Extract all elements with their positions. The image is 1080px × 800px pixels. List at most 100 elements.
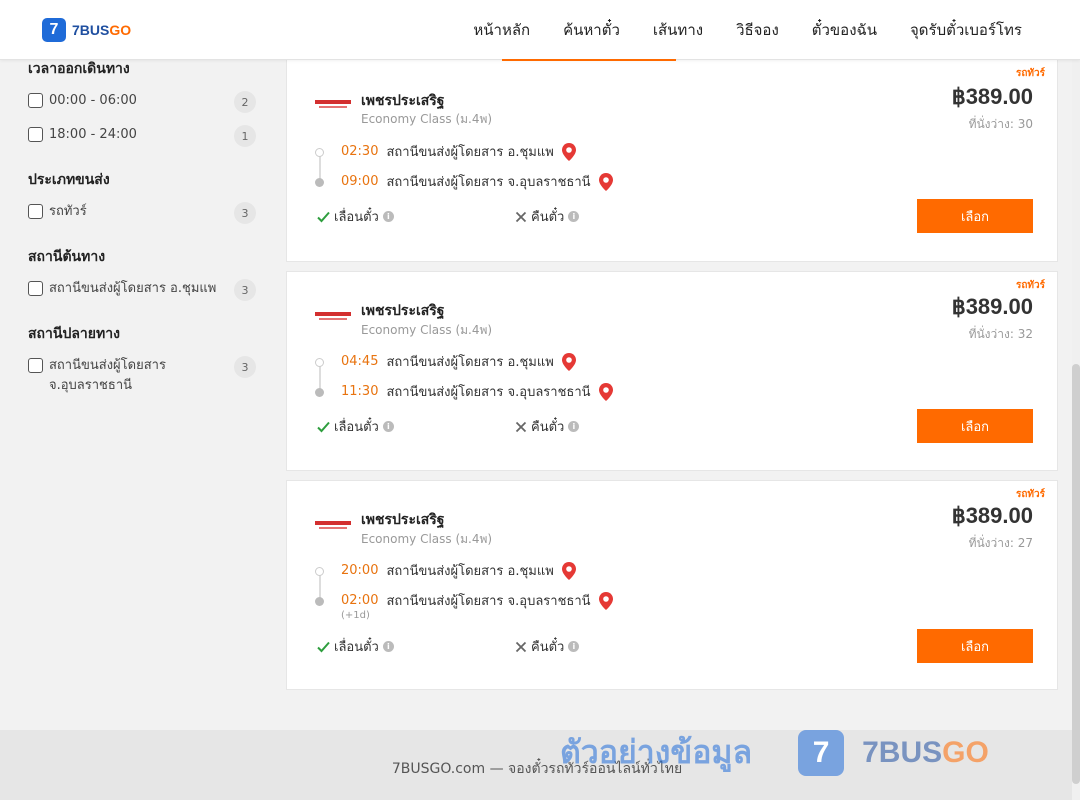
filter-title: เวลาออกเดินทาง — [28, 61, 130, 77]
arrival-time: 02:00 — [341, 593, 379, 608]
watermark-logo-badge: 7 — [798, 729, 845, 776]
active-tab-indicator — [502, 59, 676, 61]
transport-type-tag: รถทัวร์ — [1015, 280, 1045, 291]
trip-card: รถทัวร์ เพชรประเสริฐ Economy Class (ม.4พ… — [286, 480, 1058, 690]
arrival-stop: 11:30 สถานีขนส่งผู้โดยสาร จ.อุบลราชธานี — [341, 381, 613, 402]
refund-policy: คืนตั๋ว i — [515, 206, 580, 227]
nav-routes[interactable]: เส้นทาง — [653, 18, 703, 42]
logo-badge: 7 — [42, 18, 66, 42]
filter-label: สถานีขนส่งผู้โดยสาร อ.ชุมแพ — [49, 281, 217, 296]
filter-count: 3 — [234, 202, 256, 224]
arrival-station: สถานีขนส่งผู้โดยสาร จ.อุบลราชธานี — [386, 594, 591, 609]
bus-class: Economy Class (ม.4พ) — [361, 112, 493, 126]
nav-how-to-book[interactable]: วิธีจอง — [736, 18, 779, 42]
departure-time: 20:00 — [341, 563, 379, 578]
sample-watermark: ตัวอย่างข้อมูล 7 7BUSGO — [560, 727, 989, 778]
filter-option[interactable]: สถานีขนส่งผู้โดยสาร จ.อุบลราชธานี 3 — [28, 356, 256, 396]
next-day-badge: (+1d) — [341, 610, 370, 621]
map-pin-icon[interactable] — [561, 561, 576, 580]
trip-price: ฿389.00 — [951, 503, 1033, 528]
filter-option-main: รถทัวร์ — [28, 202, 87, 222]
select-trip-button[interactable]: เลือก — [917, 409, 1033, 443]
postpone-policy: เลื่อนตั๋ว i — [317, 206, 394, 227]
map-pin-icon[interactable] — [598, 172, 613, 191]
filter-checkbox[interactable] — [28, 358, 43, 373]
logo-text: 7BUSGO — [72, 22, 131, 38]
arrival-time: 11:30 — [341, 384, 379, 399]
departure-dot — [315, 148, 324, 157]
available-seats: ที่นั่งว่าง: 27 — [968, 536, 1033, 550]
info-icon[interactable]: i — [568, 211, 580, 222]
filter-label: 00:00 - 06:00 — [49, 93, 137, 108]
operator-name: เพชรประเสริฐ — [361, 512, 445, 528]
filter-group-transport-type: ประเภทขนส่ง รถทัวร์ 3 — [28, 169, 256, 224]
refund-label: คืนตั๋ว — [531, 640, 565, 655]
available-seats: ที่นั่งว่าง: 32 — [968, 327, 1033, 341]
trip-price: ฿389.00 — [951, 84, 1033, 109]
arrival-stop: 02:00 สถานีขนส่งผู้โดยสาร จ.อุบลราชธานี — [341, 590, 613, 611]
map-pin-icon[interactable] — [598, 382, 613, 401]
nav-home[interactable]: หน้าหลัก — [473, 18, 530, 42]
map-pin-icon[interactable] — [561, 142, 576, 161]
nav-search-tickets[interactable]: ค้นหาตั๋ว — [563, 18, 620, 42]
postpone-policy: เลื่อนตั๋ว i — [317, 636, 394, 657]
arrival-time: 09:00 — [341, 174, 379, 189]
filter-option[interactable]: รถทัวร์ 3 — [28, 202, 256, 224]
trip-card: รถทัวร์ เพชรประเสริฐ Economy Class (ม.4พ… — [286, 271, 1058, 471]
filter-option[interactable]: 18:00 - 24:00 1 — [28, 125, 256, 147]
page-scrollbar[interactable] — [1072, 60, 1080, 800]
info-icon[interactable]: i — [568, 421, 580, 432]
filter-title: สถานีปลายทาง — [28, 326, 120, 342]
arrival-station: สถานีขนส่งผู้โดยสาร จ.อุบลราชธานี — [386, 385, 591, 400]
filter-sidebar: เวลาออกเดินทาง 00:00 - 06:00 2 18:00 - 2… — [28, 58, 256, 418]
transport-type-tag: รถทัวร์ — [1015, 68, 1045, 79]
filter-option[interactable]: 00:00 - 06:00 2 — [28, 91, 256, 113]
scrollbar-thumb[interactable] — [1072, 364, 1080, 784]
arrival-dot — [315, 597, 324, 606]
nav-my-tickets[interactable]: ตั๋วของฉัน — [812, 18, 877, 42]
filter-checkbox[interactable] — [28, 93, 43, 108]
filter-title: ประเภทขนส่ง — [28, 172, 110, 188]
logo-text-main: 7BUS — [72, 22, 110, 38]
filter-checkbox[interactable] — [28, 204, 43, 219]
logo-text-go: GO — [109, 22, 132, 38]
route-timeline — [319, 364, 321, 390]
filter-group-departure-time: เวลาออกเดินทาง 00:00 - 06:00 2 18:00 - 2… — [28, 58, 256, 147]
info-icon[interactable]: i — [382, 211, 394, 222]
operator-name: เพชรประเสริฐ — [361, 303, 445, 319]
filter-checkbox[interactable] — [28, 281, 43, 296]
filter-option[interactable]: สถานีขนส่งผู้โดยสาร อ.ชุมแพ 3 — [28, 279, 256, 301]
filter-title: สถานีต้นทาง — [28, 249, 106, 265]
operator-logo-icon — [315, 521, 351, 529]
filter-label: สถานีขนส่งผู้โดยสาร จ.อุบลราชธานี — [49, 358, 166, 393]
filter-checkbox[interactable] — [28, 127, 43, 142]
nav-ticket-pickup[interactable]: จุดรับตั๋วเบอร์โทร — [910, 18, 1022, 42]
filter-count: 3 — [234, 279, 256, 301]
operator-logo-icon — [315, 312, 351, 320]
trip-card: รถทัวร์ เพชรประเสริฐ Economy Class (ม.4พ… — [286, 60, 1058, 262]
info-icon[interactable]: i — [382, 641, 394, 652]
watermark-brand: 7BUSGO — [862, 736, 989, 770]
info-icon[interactable]: i — [568, 641, 580, 652]
route-timeline — [319, 573, 321, 599]
available-seats: ที่นั่งว่าง: 30 — [968, 117, 1033, 131]
cross-icon — [515, 211, 527, 222]
arrival-dot — [315, 178, 324, 187]
departure-stop: 02:30 สถานีขนส่งผู้โดยสาร อ.ชุมแพ — [341, 141, 576, 162]
map-pin-icon[interactable] — [561, 352, 576, 371]
arrival-dot — [315, 388, 324, 397]
filter-option-main: สถานีขนส่งผู้โดยสาร อ.ชุมแพ — [28, 279, 216, 299]
postpone-label: เลื่อนตั๋ว — [334, 420, 379, 435]
select-trip-button[interactable]: เลือก — [917, 629, 1033, 663]
map-pin-icon[interactable] — [598, 591, 613, 610]
departure-dot — [315, 358, 324, 367]
postpone-label: เลื่อนตั๋ว — [334, 640, 379, 655]
filter-group-origin: สถานีต้นทาง สถานีขนส่งผู้โดยสาร อ.ชุมแพ … — [28, 246, 256, 301]
bus-class: Economy Class (ม.4พ) — [361, 532, 493, 546]
filter-option-main: สถานีขนส่งผู้โดยสาร จ.อุบลราชธานี — [28, 356, 219, 396]
select-trip-button[interactable]: เลือก — [917, 199, 1033, 233]
check-icon — [317, 421, 330, 432]
trip-price: ฿389.00 — [951, 294, 1033, 319]
site-logo[interactable]: 7 7BUSGO — [42, 18, 131, 42]
info-icon[interactable]: i — [382, 421, 394, 432]
